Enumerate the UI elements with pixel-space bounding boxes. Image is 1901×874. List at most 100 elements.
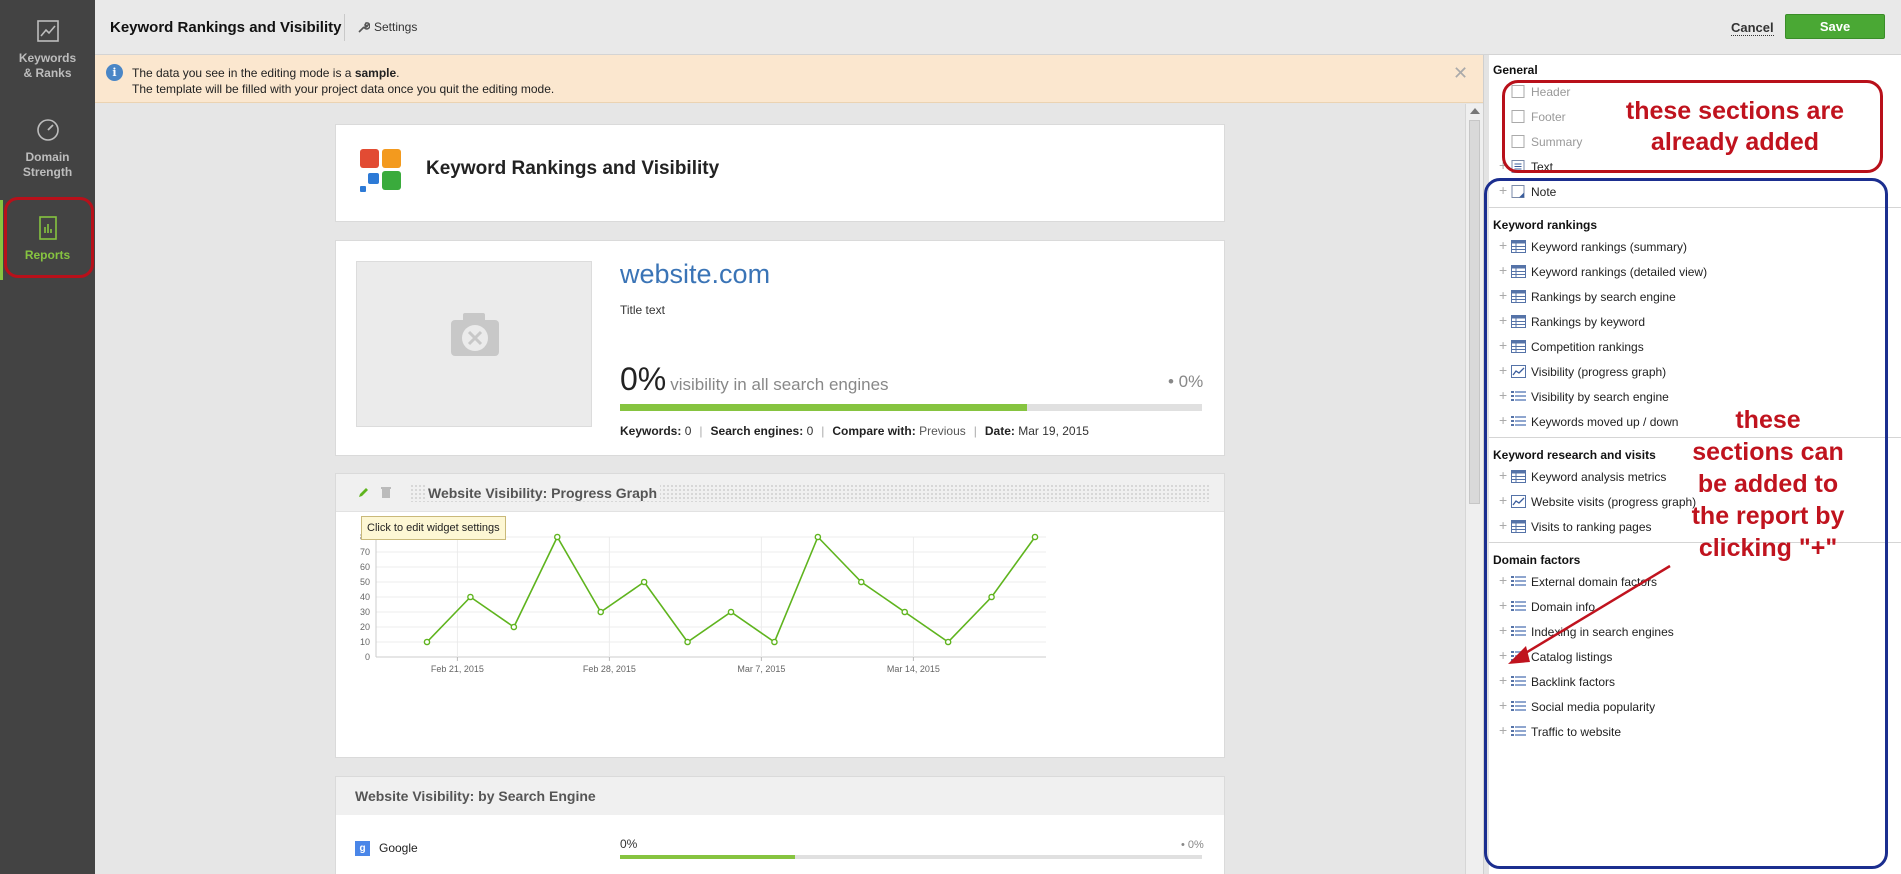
nav-label-line1: Domain	[25, 150, 70, 164]
visibility-line-chart: 01020304050607080Feb 21, 2015Feb 28, 201…	[360, 532, 1046, 674]
scroll-thumb[interactable]	[1469, 120, 1480, 504]
visibility-label: visibility in all search engines	[670, 375, 889, 394]
annotation-added-text: these sections are already added	[1590, 96, 1880, 158]
chart-icon	[36, 20, 59, 42]
gauge-icon	[36, 119, 59, 141]
data-point	[423, 638, 431, 646]
nav-keywords-ranks[interactable]: Keywords & Ranks	[0, 18, 95, 108]
meta-separator: |	[821, 424, 825, 438]
notice-line-2: The template will be filled with your pr…	[132, 82, 555, 96]
engine-change: • 0%	[1181, 839, 1204, 851]
widget-header[interactable]: Website Visibility: Progress Graph	[336, 474, 1224, 512]
app: Keywords & Ranks Domain Strength Reports…	[0, 0, 1901, 874]
data-point	[510, 623, 518, 631]
data-point	[684, 638, 691, 646]
meta-separator: |	[973, 424, 977, 438]
date-label: Date:	[984, 424, 1015, 438]
title-page-card[interactable]: website.com Title text 0% visibility in a…	[335, 240, 1225, 456]
engines-value: 0	[806, 424, 814, 438]
notice-bold: sample	[354, 66, 397, 80]
annotation-line: sections can	[1692, 438, 1844, 466]
compare-value: Previous	[919, 424, 966, 438]
x-tick-label: Feb 21, 2015	[431, 664, 484, 674]
left-navigation: Keywords & Ranks Domain Strength Reports	[0, 0, 95, 874]
x-tick-label: Mar 7, 2015	[737, 664, 785, 674]
y-tick-label: 70	[360, 547, 370, 557]
nav-label-line1: Keywords	[18, 51, 77, 65]
app-logo-icon	[360, 149, 401, 192]
widget-header[interactable]: Website Visibility: by Search Engine	[336, 777, 1224, 815]
y-tick-label: 10	[360, 637, 370, 647]
visibility-summary: 0% visibility in all search engines	[620, 361, 889, 398]
close-icon[interactable]: ✕	[1453, 63, 1468, 84]
info-icon: i	[106, 64, 123, 81]
cancel-button[interactable]: Cancel	[1731, 20, 1774, 36]
annotation-line: the report by	[1691, 502, 1845, 530]
compare-label: Compare with:	[832, 424, 916, 438]
engine-pct: 0%	[620, 837, 638, 851]
settings-button[interactable]: Settings	[357, 20, 417, 34]
visibility-change: • 0%	[1168, 372, 1204, 391]
top-toolbar: Keyword Rankings and Visibility Settings…	[95, 0, 1901, 55]
y-tick-label: 50	[360, 577, 370, 587]
report-header-card[interactable]: Keyword Rankings and Visibility	[335, 124, 1225, 222]
nav-label-line2: & Ranks	[23, 66, 72, 80]
y-tick-label: 60	[360, 562, 370, 572]
engine-progress-bar	[620, 855, 1202, 859]
report-title: Keyword Rankings and Visibility	[426, 158, 720, 179]
scroll-up-icon[interactable]	[1470, 108, 1480, 114]
sample-data-notice: i The data you see in the editing mode i…	[95, 55, 1483, 103]
data-point	[901, 608, 909, 616]
progress-graph-widget[interactable]: Website Visibility: Progress Graph Click…	[335, 473, 1225, 758]
data-point	[1031, 533, 1039, 541]
data-point	[640, 578, 648, 586]
engine-progress-fill	[620, 855, 795, 859]
meta-separator: |	[699, 424, 703, 438]
save-button[interactable]: Save	[1785, 14, 1885, 39]
date-value: Mar 19, 2015	[1018, 424, 1089, 438]
annotation-line: these sections are	[1625, 97, 1845, 125]
annotation-line: clicking "+"	[1698, 534, 1838, 562]
pencil-icon[interactable]	[358, 486, 370, 498]
series-line	[426, 535, 1036, 644]
canvas-scrollbar[interactable]	[1465, 104, 1483, 874]
keywords-value: 0	[684, 424, 692, 438]
x-tick-label: Mar 14, 2015	[887, 664, 940, 674]
settings-label: Settings	[374, 20, 418, 34]
nav-label-line2: Strength	[22, 165, 73, 179]
search-engine-widget[interactable]: Website Visibility: by Search Engine g G…	[335, 776, 1225, 874]
notice-prefix: The data you see in the editing mode is …	[132, 66, 355, 80]
data-point	[814, 533, 822, 541]
edit-tooltip: Click to edit widget settings	[361, 516, 506, 540]
image-placeholder[interactable]	[356, 261, 592, 427]
data-point	[988, 593, 995, 601]
report-meta: Keywords: 0 | Search engines: 0 | Compare wi…	[620, 424, 1089, 438]
data-point	[771, 638, 778, 646]
widget-title: Website Visibility: Progress Graph	[425, 485, 660, 501]
website-name: website.com	[620, 259, 771, 289]
annotation-reports-box	[4, 197, 94, 278]
data-point	[553, 533, 561, 541]
annotation-addable-text: these sections can be added to the repor…	[1670, 404, 1866, 564]
keywords-label: Keywords:	[620, 424, 682, 438]
engine-name: Google	[379, 841, 418, 855]
y-tick-label: 20	[360, 622, 370, 632]
y-tick-label: 30	[360, 607, 370, 617]
camera-icon	[451, 313, 499, 356]
google-icon: g	[355, 841, 370, 856]
data-point	[857, 578, 865, 586]
notice-line-1: The data you see in the editing mode is …	[132, 66, 400, 80]
data-point	[727, 608, 735, 616]
annotation-line: be added to	[1697, 470, 1839, 498]
trash-icon[interactable]	[381, 486, 391, 498]
annotation-line: these	[1735, 406, 1801, 434]
x-tick-label: Feb 28, 2015	[583, 664, 636, 674]
annotation-arrow	[1508, 564, 1671, 664]
nav-domain-strength[interactable]: Domain Strength	[0, 117, 95, 207]
title-text: Title text	[620, 303, 665, 317]
y-tick-label: 0	[365, 652, 370, 662]
page-title: Keyword Rankings and Visibility	[110, 19, 342, 36]
panel-section-title: General	[1493, 63, 1538, 77]
data-point	[597, 608, 605, 616]
data-point	[467, 593, 474, 601]
